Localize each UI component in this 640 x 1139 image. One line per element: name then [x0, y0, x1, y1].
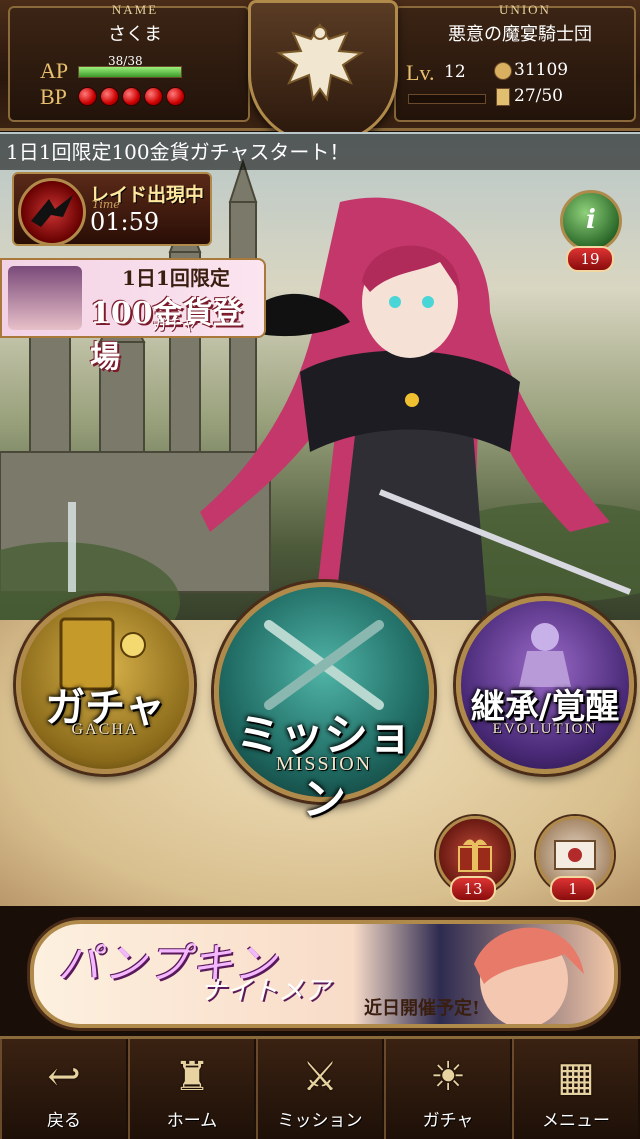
bp-point-icon	[166, 87, 185, 106]
event-title-sub: ナイトメア	[200, 976, 331, 1006]
ap-bar-fill	[79, 67, 181, 77]
union-label: UNION	[499, 2, 551, 17]
event-coming-soon: 近日開催予定!	[364, 998, 480, 1019]
nav-menu-label: メニュー	[542, 1111, 610, 1131]
union-name: 悪意の魔宴騎士団	[448, 24, 592, 45]
gold-coin-icon	[494, 62, 512, 80]
nav-mission-label: ミッション	[277, 1111, 363, 1131]
crossed-swords-icon: ⚔	[302, 1054, 338, 1100]
nav-gacha-label: ガチャ	[422, 1111, 474, 1131]
bp-point-icon	[100, 87, 119, 106]
bp-point-icon	[78, 87, 97, 106]
nav-menu[interactable]: ▦ メニュー	[512, 1039, 640, 1139]
mail-badge: 1	[550, 876, 596, 902]
promo-character-portrait	[8, 266, 82, 330]
evolution-main-sublabel: EVOLUTION	[492, 721, 598, 737]
raid-timer: 01:59	[90, 208, 160, 236]
raid-alert-button[interactable]: レイド出現中 Time 01:59	[12, 172, 212, 246]
back-arrow-icon: ↩	[47, 1054, 81, 1100]
bp-point-icon	[122, 87, 141, 106]
dragon-raid-icon	[18, 178, 86, 246]
bp-point-icon	[144, 87, 163, 106]
promo-line1: 1日1回限定	[122, 266, 230, 290]
nav-back-label: 戻る	[47, 1111, 81, 1131]
bp-gauge	[78, 87, 188, 110]
promo-line3: ガチャ	[152, 316, 197, 334]
level-value: 12	[444, 62, 466, 82]
sun-icon: ☀	[430, 1054, 466, 1100]
envelope-icon	[554, 840, 596, 870]
bottom-nav: ↩ 戻る ♜ ホーム ⚔ ミッション ☀ ガチャ ▦ メニュー	[0, 1036, 640, 1139]
grid-menu-icon: ▦	[557, 1054, 595, 1100]
mission-main-sublabel: MISSION	[275, 753, 373, 775]
exp-bar	[408, 94, 486, 104]
evolution-main-button[interactable]: 継承/覚醒 EVOLUTION	[456, 596, 634, 774]
ap-value: 38/38	[108, 54, 143, 68]
present-badge: 13	[450, 876, 496, 902]
card-count: 27/50	[514, 86, 563, 106]
news-ticker[interactable]: 1日1回限定100金貨ガチャスタート！	[0, 134, 640, 170]
gold-value: 31109	[514, 60, 569, 80]
name-label: NAME	[111, 2, 159, 17]
eagle-crest-icon	[276, 23, 364, 102]
gacha-main-button[interactable]: ガチャ GACHA	[16, 596, 194, 774]
info-button[interactable]: i	[560, 190, 622, 252]
info-badge: 19	[566, 246, 614, 272]
gacha-main-sublabel: GACHA	[71, 721, 139, 738]
bp-label: BP	[40, 84, 67, 109]
nav-gacha[interactable]: ☀ ガチャ	[384, 1039, 512, 1139]
card-icon	[496, 88, 510, 106]
nav-back[interactable]: ↩ 戻る	[0, 1039, 128, 1139]
union-emblem[interactable]	[248, 0, 398, 144]
player-name: さくま	[108, 24, 162, 45]
level-label: Lv.	[406, 60, 435, 85]
mission-main-button[interactable]: ミッション MISSION	[214, 582, 434, 825]
gacha-promo-banner[interactable]: 1日1回限定 100金貨登場 ガチャ	[0, 258, 266, 375]
nav-home-label: ホーム	[166, 1111, 218, 1131]
gift-box-icon	[458, 839, 492, 872]
ap-label: AP	[40, 58, 69, 83]
nav-home[interactable]: ♜ ホーム	[128, 1039, 256, 1139]
nav-mission[interactable]: ⚔ ミッション	[256, 1039, 384, 1139]
castle-icon: ♜	[174, 1054, 210, 1100]
